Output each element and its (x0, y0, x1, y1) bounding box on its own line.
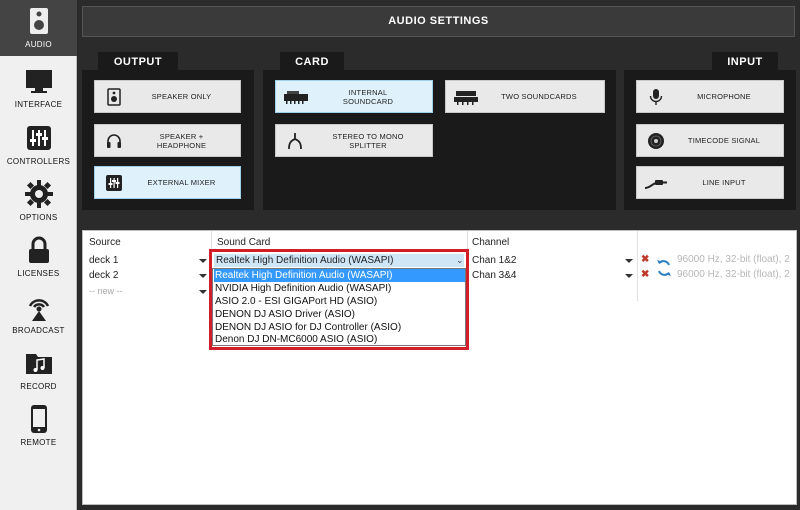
line-input-button[interactable]: LINE INPUT (636, 166, 784, 199)
tab-output: OUTPUT (98, 52, 178, 72)
sidebar-item-record[interactable]: RECORD (0, 342, 77, 398)
column-header-soundcard: Sound Card (217, 237, 271, 248)
annotation-highlight-box (209, 249, 469, 350)
delete-icon[interactable]: ✖ (641, 269, 649, 280)
button-label: MICROPHONE (697, 92, 751, 101)
cable-icon (644, 180, 667, 189)
tab-card: CARD (280, 52, 344, 72)
column-header-channel: Channel (472, 237, 510, 248)
source-select-deck2[interactable]: deck 2 (89, 269, 199, 282)
button-label: TWO SOUNDCARDS (501, 92, 577, 101)
stereo-mono-splitter-button[interactable]: STEREO TO MONO SPLITTER (275, 124, 433, 157)
sidebar-item-broadcast[interactable]: BROADCAST (0, 286, 77, 342)
sidebar-item-label: INTERFACE (14, 100, 63, 109)
format-info: 96000 Hz, 32-bit (float), 2 (677, 269, 790, 280)
lock-icon (29, 236, 49, 263)
refresh-icon[interactable] (656, 257, 672, 279)
button-label: INTERNAL SOUNDCARD (342, 87, 394, 106)
sidebar-item-controllers[interactable]: CONTROLLERS (0, 117, 77, 173)
sidebar-item-licenses[interactable]: LICENSES (0, 229, 77, 285)
sidebar-item-options[interactable]: OPTIONS (0, 173, 77, 229)
chevron-down-icon[interactable] (625, 259, 633, 263)
splitter-cable-icon (288, 133, 302, 150)
delete-icon[interactable]: ✖ (641, 254, 649, 265)
column-divider (637, 231, 638, 301)
sidebar-item-label: AUDIO (25, 40, 52, 49)
microphone-button[interactable]: MICROPHONE (636, 80, 784, 113)
gear-icon (25, 180, 53, 208)
headphone-icon (107, 134, 121, 148)
sidebar-item-label: CONTROLLERS (6, 157, 71, 166)
sidebar-item-label: REMOTE (20, 438, 57, 447)
chevron-down-icon[interactable] (199, 259, 207, 263)
chevron-down-icon[interactable] (199, 274, 207, 278)
mixer-icon (106, 175, 122, 191)
button-label: STEREO TO MONO SPLITTER (332, 131, 404, 150)
vinyl-icon (648, 133, 664, 149)
channel-select-deck1[interactable]: Chan 1&2 (472, 254, 612, 267)
speaker-headphone-button[interactable]: SPEAKER + HEADPHONE (94, 124, 241, 157)
page-title: AUDIO SETTINGS (82, 6, 795, 37)
speaker-only-button[interactable]: SPEAKER ONLY (94, 80, 241, 113)
phone-icon (31, 405, 47, 433)
column-header-source: Source (89, 237, 121, 248)
sidebar-item-audio[interactable]: AUDIO (0, 0, 77, 56)
button-label: SPEAKER + HEADPHONE (156, 131, 207, 150)
chevron-down-icon[interactable] (199, 290, 207, 294)
sidebar-item-label: BROADCAST (12, 326, 65, 335)
button-label: TIMECODE SIGNAL (687, 136, 761, 145)
monitor-icon (26, 70, 52, 93)
tab-input: INPUT (712, 52, 778, 72)
two-soundcards-button[interactable]: TWO SOUNDCARDS (445, 80, 605, 113)
speaker-icon (107, 88, 121, 106)
new-source-select[interactable]: -- new -- (89, 285, 199, 298)
sidebar-item-interface[interactable]: INTERFACE (0, 60, 77, 116)
sidebar-item-label: OPTIONS (19, 213, 58, 222)
speaker-icon (30, 8, 48, 34)
button-label: EXTERNAL MIXER (147, 178, 216, 187)
microphone-icon (649, 89, 663, 105)
sidebar-item-label: RECORD (20, 382, 57, 391)
sidebar: AUDIO INTERFACE CONTROLLERS OPTIONS LICE… (0, 0, 77, 510)
sliders-icon (27, 126, 51, 150)
external-mixer-button[interactable]: EXTERNAL MIXER (94, 166, 241, 199)
soundcard-icon (284, 91, 308, 104)
button-label: LINE INPUT (702, 178, 746, 187)
channel-select-deck2[interactable]: Chan 3&4 (472, 269, 612, 282)
broadcast-icon (28, 299, 50, 321)
chevron-down-icon[interactable] (625, 274, 633, 278)
sidebar-item-label: LICENSES (17, 269, 60, 278)
button-label: SPEAKER ONLY (151, 92, 212, 101)
sidebar-item-remote[interactable]: REMOTE (0, 398, 77, 454)
music-folder-icon (26, 354, 52, 374)
format-info: 96000 Hz, 32-bit (float), 2 (677, 254, 790, 265)
internal-soundcard-button[interactable]: INTERNAL SOUNDCARD (275, 80, 433, 113)
two-soundcards-icon (454, 91, 478, 105)
source-select-deck1[interactable]: deck 1 (89, 254, 199, 267)
timecode-signal-button[interactable]: TIMECODE SIGNAL (636, 124, 784, 157)
